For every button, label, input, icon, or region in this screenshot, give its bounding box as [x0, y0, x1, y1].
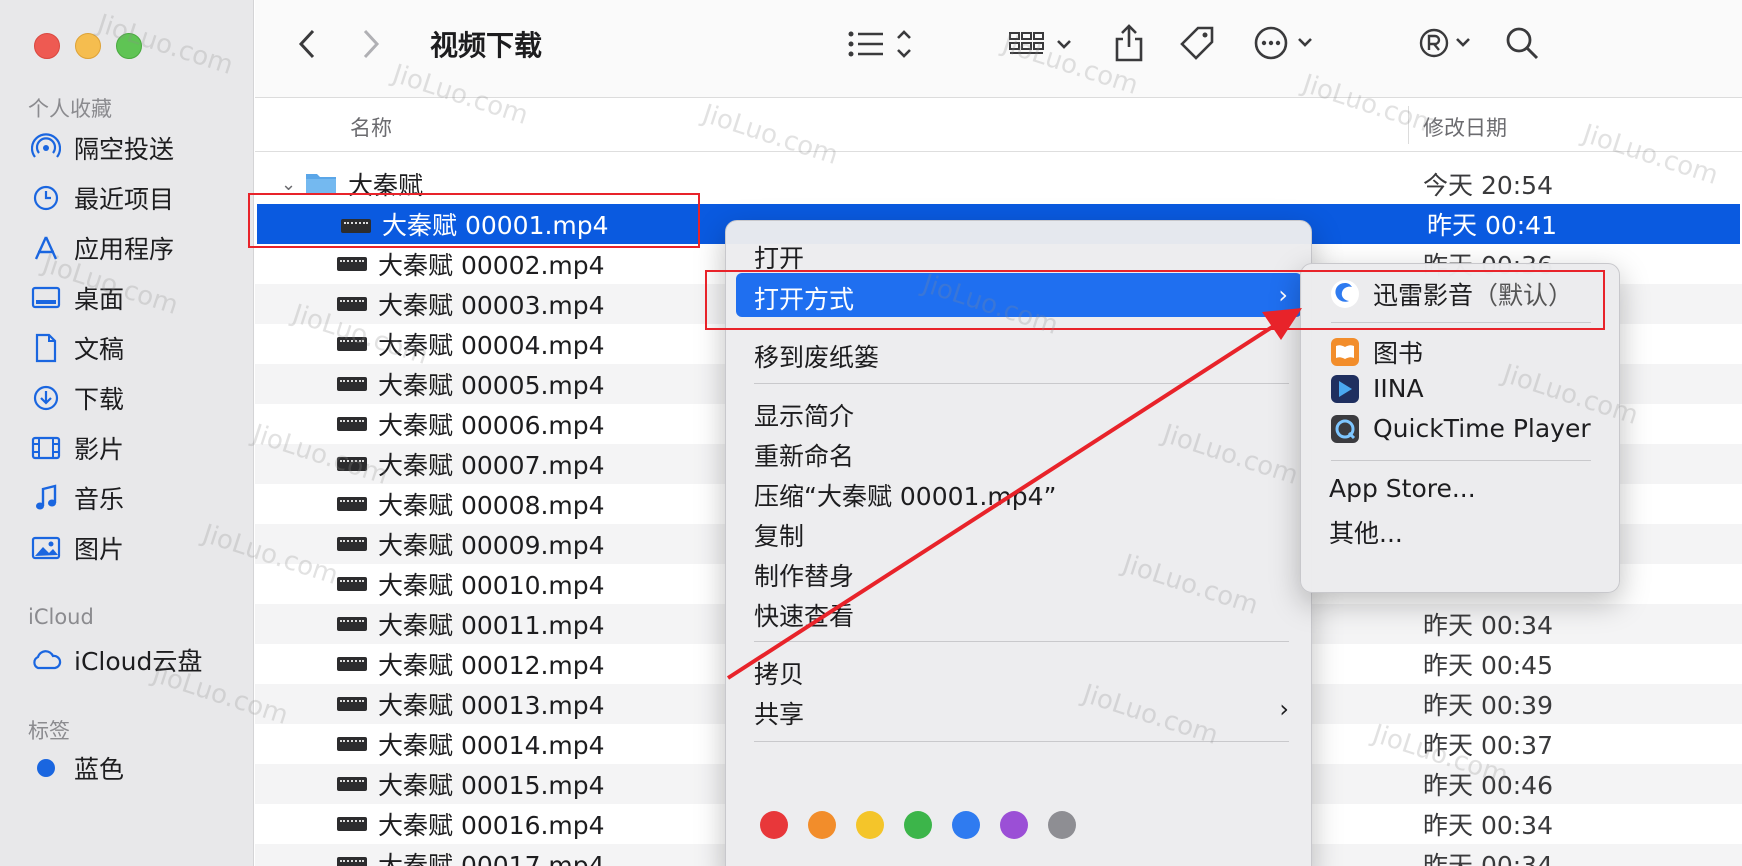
- annotation-arrow: [726, 308, 1302, 680]
